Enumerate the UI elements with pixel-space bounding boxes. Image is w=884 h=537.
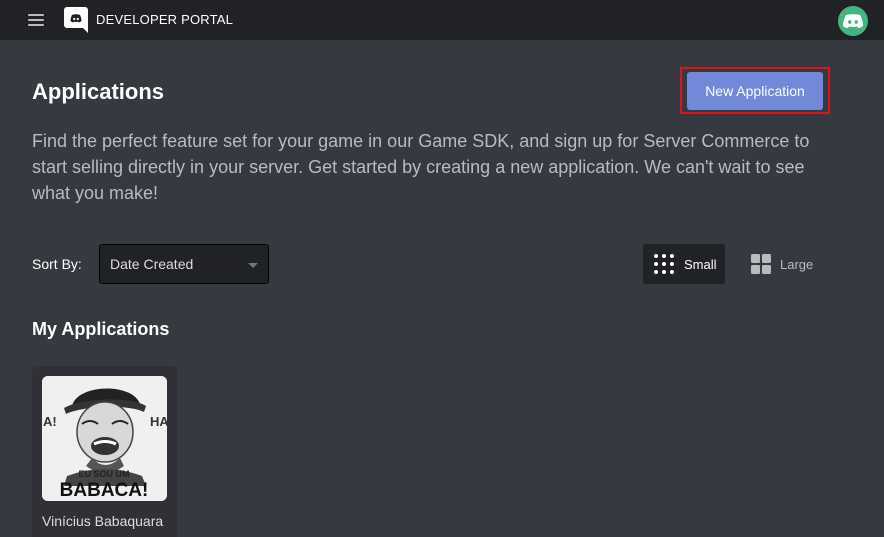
meme-side-left: A! (43, 414, 57, 429)
application-name: Vinícius Babaquara (42, 513, 164, 529)
application-card[interactable]: A! HA EU SOU UM BABACA! Vinícius Babaqua… (32, 366, 177, 537)
top-bar: DEVELOPER PORTAL (0, 0, 884, 40)
user-avatar[interactable] (838, 6, 868, 36)
sort-by-value: Date Created (110, 256, 194, 272)
view-small-button[interactable]: Small (643, 244, 725, 284)
meme-caption-bottom: BABACA! (60, 480, 149, 501)
hamburger-icon[interactable] (28, 14, 44, 26)
meme-side-right: HA (150, 414, 167, 429)
view-small-label: Small (684, 257, 717, 272)
application-icon: A! HA EU SOU UM BABACA! (42, 376, 167, 501)
discord-avatar-icon (843, 14, 863, 28)
page-description: Find the perfect feature set for your ga… (32, 131, 810, 203)
sort-by-select[interactable]: Date Created (99, 244, 269, 284)
view-large-button[interactable]: Large (743, 244, 825, 284)
new-application-button[interactable]: New Application (687, 72, 823, 110)
discord-logo-icon[interactable] (64, 7, 88, 33)
sort-by-label: Sort By: (32, 256, 82, 272)
grid-squares-icon (751, 254, 771, 274)
view-large-label: Large (780, 257, 814, 272)
meme-caption-top: EU SOU UM (78, 469, 129, 479)
grid-dots-icon (654, 254, 674, 274)
my-applications-title: My Applications (32, 319, 170, 339)
chevron-down-icon (248, 263, 258, 268)
page-title: Applications (32, 79, 165, 104)
brand-title: DEVELOPER PORTAL (96, 12, 234, 27)
meme-image: A! HA EU SOU UM BABACA! (42, 376, 167, 501)
